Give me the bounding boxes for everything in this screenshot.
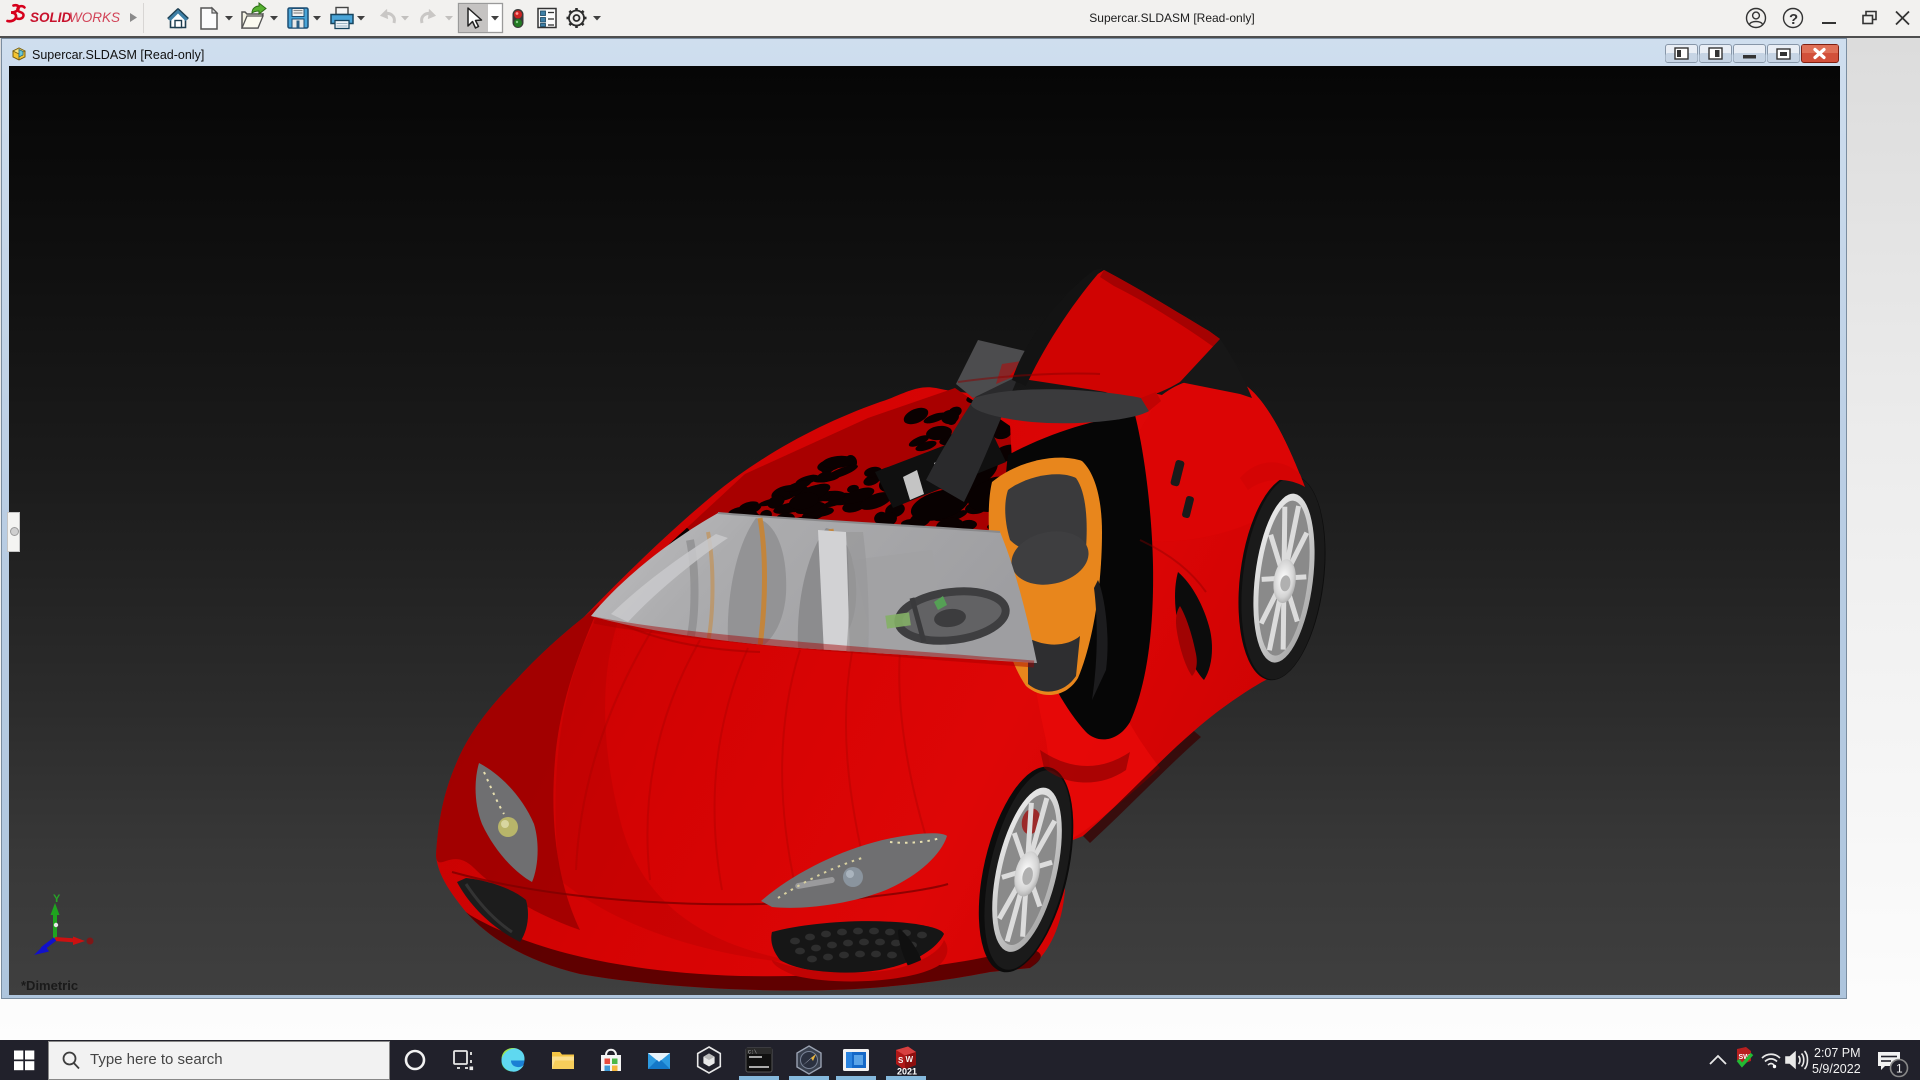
svg-text:W: W [906,1055,914,1064]
svg-text:2:07 PM: 2:07 PM [1814,1046,1861,1060]
svg-text:5/9/2022: 5/9/2022 [1812,1062,1861,1076]
svg-text:SOLID: SOLID [30,10,72,25]
svg-text:1: 1 [1896,1062,1903,1076]
svg-text:Y: Y [53,893,61,905]
svg-text:C:\: C:\ [748,1050,757,1056]
svg-text:S: S [898,1056,904,1065]
svg-text:2021: 2021 [897,1067,917,1077]
svg-text:?: ? [1789,11,1798,28]
svg-text:WORKS: WORKS [69,10,120,25]
